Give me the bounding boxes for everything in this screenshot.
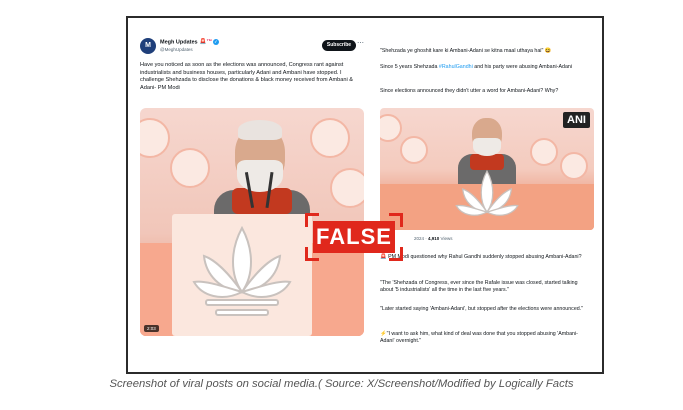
lightning-icon: ⚡: [380, 331, 387, 337]
ani-logo: ANI: [563, 112, 590, 128]
tweet-text: and his party were abusing Ambani-Adani: [472, 64, 573, 70]
speaker-beard: [237, 160, 283, 192]
verified-badge-icon: ✓: [212, 39, 219, 45]
tweet-text: Since 5 years Shehzada: [380, 64, 439, 70]
author-line[interactable]: Megh Updates 🚨™ ✓: [160, 39, 219, 45]
subscribe-button[interactable]: Subscribe: [322, 40, 356, 51]
background-lotus: [310, 118, 350, 158]
background-lotus: [330, 168, 364, 208]
more-icon[interactable]: ⋯: [357, 39, 364, 47]
views-label: Views: [439, 236, 453, 241]
author-handle[interactable]: @MeghUpdates: [160, 47, 193, 52]
tweet-line-shehzada: Since 5 years Shehzada #RahulGandhi and …: [380, 64, 592, 71]
background-lotus: [380, 114, 402, 142]
video-time-badge: 2:03: [144, 325, 159, 332]
background-lotus: [170, 148, 210, 188]
background-lotus: [530, 138, 558, 166]
speaker-beard: [473, 138, 501, 156]
tweet-paragraph: "Later started saying 'Ambani-Adani', bu…: [380, 306, 584, 312]
tweet-text: Have you noticed as soon as the election…: [140, 62, 353, 91]
tweet-text: "I want to ask him, what kind of deal wa…: [380, 331, 578, 345]
tweet-header: M Megh Updates 🚨™ ✓ @MeghUpdates Subscribe…: [138, 36, 364, 58]
background-lotus: [560, 152, 588, 180]
tweet-paragraph: ⚡"I want to ask him, what kind of deal w…: [380, 331, 592, 345]
tweet-paragraph: 🚨 PM Modi questioned why Rahul Gandhi su…: [380, 254, 592, 261]
hashtag-link[interactable]: #RahulGandhi: [439, 64, 473, 70]
author-name: Megh Updates: [160, 39, 198, 46]
tweet-video[interactable]: ANI: [380, 108, 594, 230]
tweet-paragraph: "The 'Shehzada of Congress, ever since t…: [380, 280, 578, 294]
tweet-text: PM Modi questioned why Rahul Gandhi sudd…: [388, 254, 582, 260]
false-stamp: FALSE: [305, 213, 403, 261]
avatar[interactable]: M: [140, 38, 156, 54]
screenshot-frame: M Megh Updates 🚨™ ✓ @MeghUpdates Subscribe…: [126, 16, 604, 374]
right-tweet[interactable]: "Shehzada ye ghoshit kare ki Ambani-Adan…: [380, 46, 596, 366]
tweet-line-question: Since elections announced they didn't ut…: [380, 88, 559, 94]
tweet-meta: 2024 · 4,910 Views: [414, 236, 452, 241]
author-flag: 🚨™: [199, 39, 212, 46]
view-count: 4,910: [428, 236, 440, 241]
tweet-line-quote: "Shehzada ye ghoshit kare ki Ambani-Adan…: [380, 48, 552, 54]
lotus-emblem-icon: [192, 225, 292, 316]
background-lotus: [140, 118, 170, 158]
speaker-hair: [238, 120, 282, 140]
lotus-emblem-icon: [455, 169, 519, 216]
image-caption: Screenshot of viral posts on social medi…: [109, 378, 574, 390]
left-tweet[interactable]: M Megh Updates 🚨™ ✓ @MeghUpdates Subscribe…: [138, 36, 364, 346]
background-lotus: [400, 136, 428, 164]
tweet-date: 2024 ·: [414, 236, 429, 241]
false-label: FALSE: [313, 221, 395, 253]
